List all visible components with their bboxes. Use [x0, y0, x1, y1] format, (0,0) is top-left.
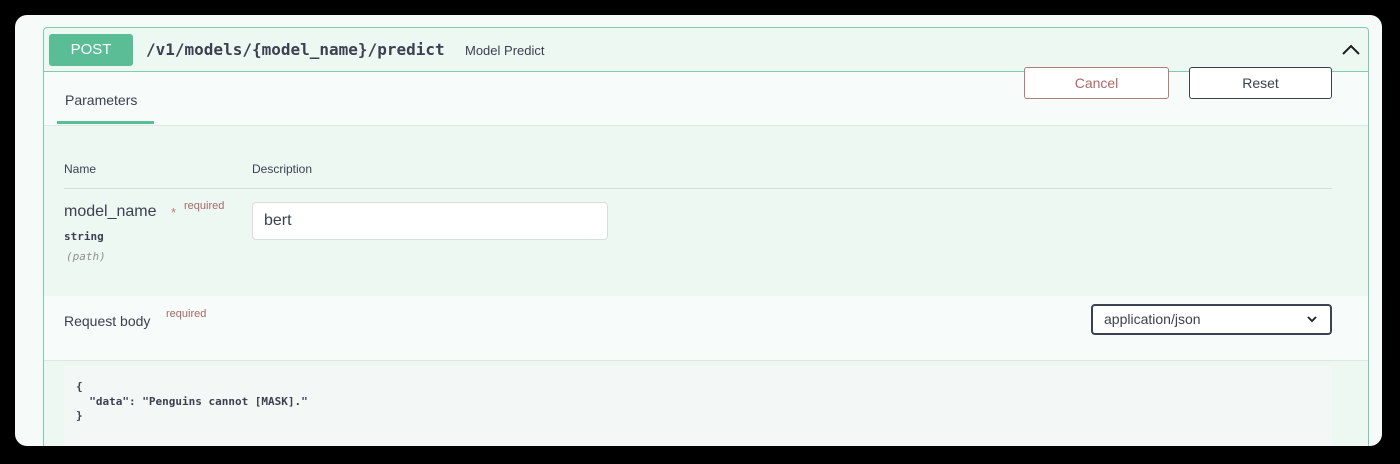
parameter-location: (path)	[66, 250, 106, 263]
tab-parameters-label: Parameters	[65, 92, 138, 108]
parameter-row: model_name * required string (path)	[64, 196, 1332, 286]
request-body-code: { "data": "Penguins cannot [MASK]." }	[76, 380, 308, 422]
content-type-select[interactable]: application/json	[1091, 304, 1332, 335]
operation-summary-text: Model Predict	[465, 43, 545, 58]
cancel-button[interactable]: Cancel	[1024, 67, 1169, 99]
operation-summary[interactable]: POST /v1/models/{model_name}/predict Mod…	[44, 28, 1368, 72]
content-type-value: application/json	[1104, 311, 1201, 327]
tab-header: Parameters Cancel Reset	[44, 67, 1368, 126]
request-body-editor[interactable]: { "data": "Penguins cannot [MASK]." }	[64, 366, 1332, 446]
method-badge: POST	[49, 34, 133, 66]
operation-block: POST /v1/models/{model_name}/predict Mod…	[43, 27, 1369, 446]
tab-parameters[interactable]: Parameters	[57, 72, 154, 124]
column-description-header: Description	[252, 162, 313, 176]
app-frame: POST /v1/models/{model_name}/predict Mod…	[15, 15, 1382, 446]
request-body-required-label: required	[166, 308, 207, 320]
parameters-table-header: Name Description	[64, 159, 1332, 189]
chevron-up-icon	[1342, 44, 1360, 55]
chevron-down-icon	[1307, 316, 1317, 323]
required-label: required	[184, 200, 225, 212]
request-body-label: Request body	[64, 313, 151, 329]
reset-button[interactable]: Reset	[1189, 67, 1332, 99]
request-body-header: Request body required application/json	[44, 296, 1368, 361]
required-star: *	[171, 205, 177, 220]
parameter-name: model_name	[64, 203, 157, 220]
model-name-input[interactable]	[252, 202, 608, 240]
column-name-header: Name	[64, 162, 97, 176]
collapse-button[interactable]	[1338, 38, 1364, 62]
parameter-type: string	[64, 230, 104, 243]
operation-path: /v1/models/{model_name}/predict	[146, 40, 445, 59]
